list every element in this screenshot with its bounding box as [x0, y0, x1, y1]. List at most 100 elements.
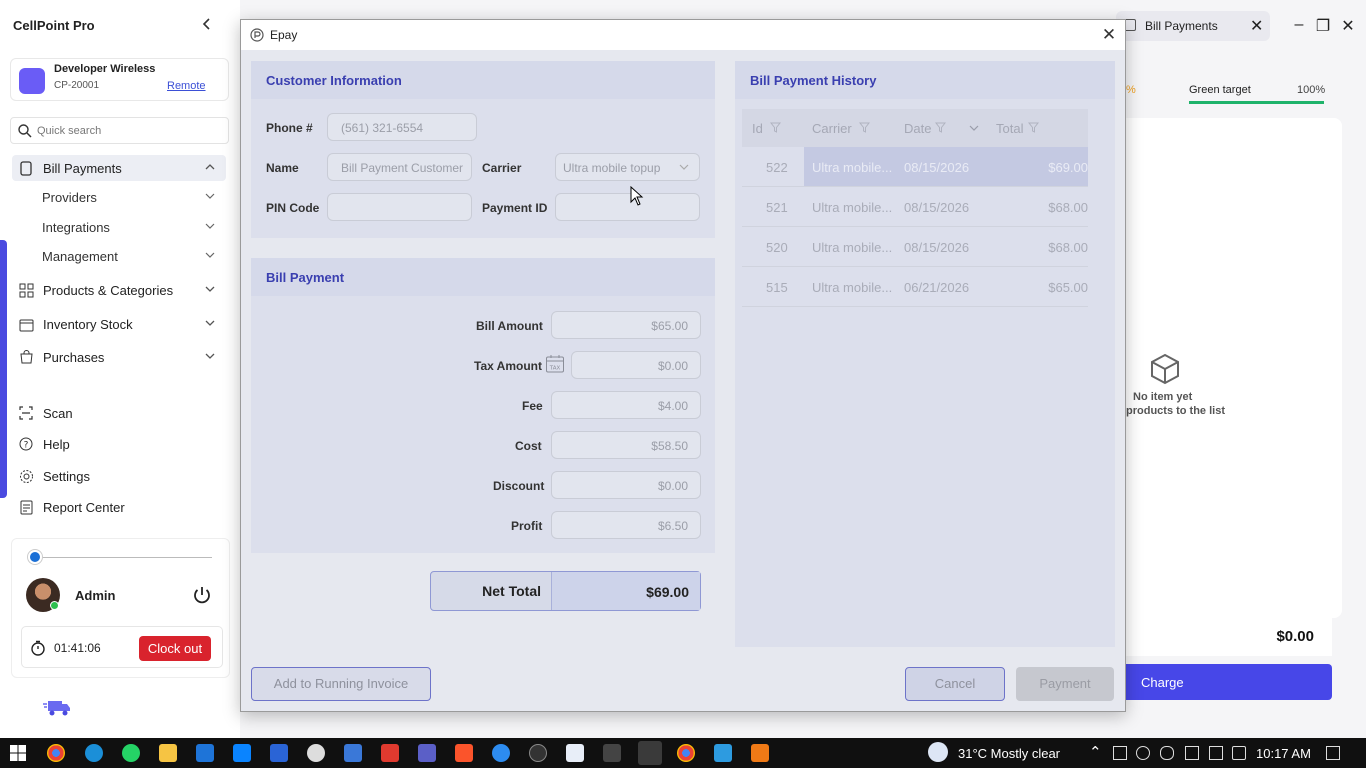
filter-icon[interactable] — [935, 122, 946, 133]
battery-icon[interactable] — [1185, 746, 1199, 760]
app-icon[interactable] — [307, 744, 325, 762]
volume-icon[interactable] — [1232, 746, 1246, 760]
app-icon[interactable] — [751, 744, 769, 762]
chrome-icon[interactable] — [677, 744, 695, 762]
carrier-label: Carrier — [482, 161, 522, 175]
filter-icon[interactable] — [1028, 122, 1039, 133]
user-card: Admin 01:41:06 Clock out — [11, 538, 230, 678]
system-tray-icon[interactable] — [1113, 746, 1127, 760]
bill-amount-field[interactable]: $65.00 — [551, 311, 701, 339]
collapse-sidebar-icon[interactable] — [198, 16, 216, 34]
chevron-up-icon[interactable]: ⌃ — [1089, 743, 1102, 761]
calculator-icon[interactable] — [603, 744, 621, 762]
gear-icon — [18, 468, 34, 484]
windows-start-icon[interactable] — [10, 745, 26, 761]
slider-track[interactable] — [32, 557, 212, 558]
close-window-icon[interactable]: ✕ — [1339, 16, 1357, 36]
slider-handle[interactable] — [28, 550, 42, 564]
chrome-icon[interactable] — [47, 744, 65, 762]
column-header-carrier[interactable]: Carrier — [812, 121, 852, 136]
edge-icon[interactable] — [85, 744, 103, 762]
notifications-icon[interactable] — [1326, 746, 1340, 760]
power-icon[interactable] — [192, 585, 212, 605]
column-header-total[interactable]: Total — [996, 121, 1023, 136]
quick-search[interactable] — [10, 117, 229, 144]
empty-cart-hint: products to the list — [1126, 405, 1225, 417]
sidebar-item-providers[interactable]: Providers — [42, 185, 217, 209]
app-icon[interactable] — [344, 744, 362, 762]
chevron-down-icon — [679, 164, 689, 170]
close-tab-icon[interactable]: ✕ — [1250, 16, 1263, 36]
sidebar-item-integrations[interactable]: Integrations — [42, 215, 217, 239]
microphone-icon[interactable] — [1160, 746, 1174, 760]
name-field[interactable]: Bill Payment Customer — [327, 153, 472, 181]
minimize-icon[interactable]: – — [1290, 16, 1308, 34]
row-carrier: Ultra mobile... — [812, 200, 893, 215]
column-header-date[interactable]: Date — [904, 121, 931, 136]
sidebar-item-help[interactable]: ? Help — [12, 431, 226, 457]
close-dialog-icon[interactable]: ✕ — [1099, 25, 1119, 45]
app-icon[interactable] — [233, 744, 251, 762]
row-total: $69.00 — [1048, 160, 1088, 175]
weather-text[interactable]: 31°C Mostly clear — [958, 746, 1060, 761]
active-app-icon[interactable] — [638, 741, 662, 765]
cellpoint-taskbar-icon[interactable] — [270, 744, 288, 762]
empty-cart-title: No item yet — [1133, 391, 1193, 403]
clock-out-button[interactable]: Clock out — [139, 636, 211, 661]
clock-time[interactable]: 10:17 AM — [1256, 746, 1311, 761]
sidebar-item-bill-payments[interactable]: Bill Payments — [12, 155, 226, 181]
delivery-truck-icon[interactable] — [42, 698, 72, 718]
file-explorer-icon[interactable] — [159, 744, 177, 762]
restore-icon[interactable]: ❐ — [1314, 16, 1332, 36]
pin-code-field[interactable] — [327, 193, 472, 221]
cloud-icon[interactable] — [1136, 746, 1150, 760]
teams-icon[interactable] — [418, 744, 436, 762]
sidebar-item-purchases[interactable]: Purchases — [12, 344, 226, 370]
network-icon[interactable] — [1209, 746, 1223, 760]
photos-icon[interactable] — [714, 744, 732, 762]
sidebar-item-scan[interactable]: Scan — [12, 400, 226, 426]
table-row[interactable]: 520 Ultra mobile... 08/15/2026 $68.00 — [742, 227, 1088, 267]
notepad-icon[interactable] — [566, 744, 584, 762]
app-icon[interactable] — [381, 744, 399, 762]
cost-field[interactable]: $58.50 — [551, 431, 701, 459]
whatsapp-icon[interactable] — [122, 744, 140, 762]
cancel-button[interactable]: Cancel — [905, 667, 1005, 701]
remote-link[interactable]: Remote — [167, 80, 206, 92]
row-carrier: Ultra mobile... — [812, 240, 893, 255]
sort-chevron-icon[interactable] — [969, 123, 979, 133]
add-to-running-invoice-button[interactable]: Add to Running Invoice — [251, 667, 431, 701]
column-header-id[interactable]: Id — [752, 121, 763, 136]
row-date: 08/15/2026 — [904, 240, 970, 255]
weather-icon[interactable] — [928, 742, 948, 762]
tab-bill-payments[interactable]: Bill Payments ✕ — [1116, 11, 1270, 41]
tax-calendar-icon[interactable]: TAX — [545, 354, 565, 374]
sidebar-item-management[interactable]: Management — [42, 244, 217, 268]
filter-icon[interactable] — [770, 122, 781, 133]
row-carrier: Ultra mobile... — [812, 280, 893, 295]
payment-id-field[interactable] — [555, 193, 700, 221]
phone-field[interactable]: (561) 321-6554 — [327, 113, 477, 141]
sidebar-item-report-center[interactable]: Report Center — [12, 494, 226, 520]
tax-amount-field[interactable]: $0.00 — [571, 351, 701, 379]
profit-field[interactable]: $6.50 — [551, 511, 701, 539]
filter-icon[interactable] — [859, 122, 870, 133]
sidebar-item-settings[interactable]: Settings — [12, 463, 226, 489]
brave-icon[interactable] — [455, 744, 473, 762]
payment-button[interactable]: Payment — [1016, 667, 1114, 701]
sidebar-item-products[interactable]: Products & Categories — [12, 277, 226, 303]
fee-field[interactable]: $4.00 — [551, 391, 701, 419]
sidebar-item-inventory[interactable]: Inventory Stock — [12, 311, 226, 337]
app-icon[interactable] — [529, 744, 547, 762]
charge-button[interactable]: Charge — [1125, 664, 1332, 700]
store-card[interactable]: Developer Wireless CP-20001 Remote — [10, 58, 229, 101]
quick-search-input[interactable] — [37, 122, 222, 140]
chevron-up-icon — [205, 164, 215, 170]
app-icon[interactable] — [492, 744, 510, 762]
table-row[interactable]: 522 Ultra mobile... 08/15/2026 $69.00 — [742, 147, 1088, 187]
discount-field[interactable]: $0.00 — [551, 471, 701, 499]
table-row[interactable]: 521 Ultra mobile... 08/15/2026 $68.00 — [742, 187, 1088, 227]
table-row[interactable]: 515 Ultra mobile... 06/21/2026 $65.00 — [742, 267, 1088, 307]
store-icon[interactable] — [196, 744, 214, 762]
carrier-select[interactable]: Ultra mobile topup — [555, 153, 700, 181]
